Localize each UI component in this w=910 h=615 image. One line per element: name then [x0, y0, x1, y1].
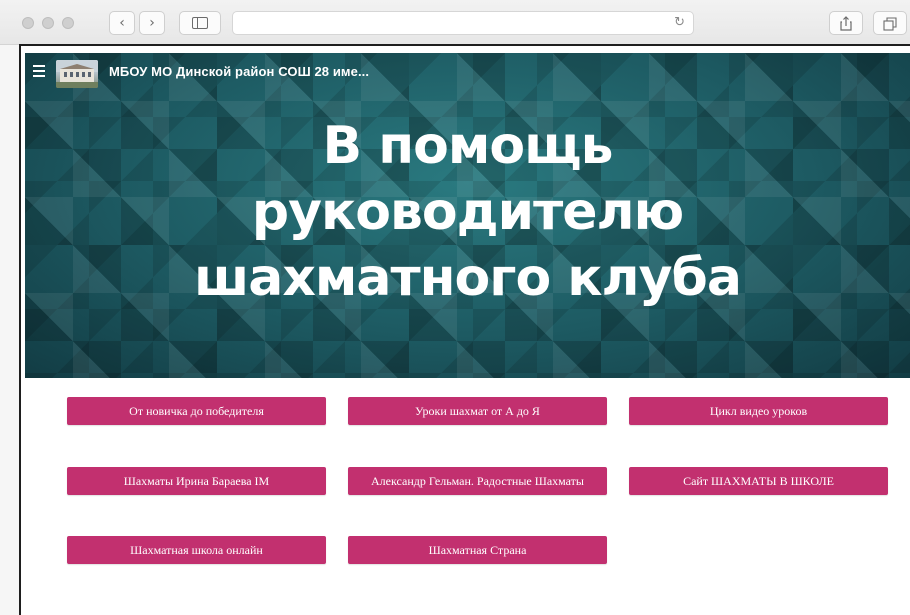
site-header: МБОУ МО Динской район СОШ 28 име... [25, 53, 910, 93]
address-bar[interactable]: ↻ [232, 11, 694, 35]
chevron-left-icon: ‹ [119, 15, 125, 31]
chevron-right-icon: › [149, 15, 155, 31]
hamburger-menu-icon[interactable] [33, 65, 45, 77]
site-title[interactable]: МБОУ МО Динской район СОШ 28 име... [109, 64, 369, 79]
page-viewport: МБОУ МО Динской район СОШ 28 име... В по… [19, 44, 910, 615]
share-icon [840, 16, 852, 31]
back-button[interactable]: ‹ [109, 11, 135, 35]
tabs-icon [883, 17, 897, 31]
hero-banner: МБОУ МО Динской район СОШ 28 име... В по… [25, 53, 910, 378]
reload-icon[interactable]: ↻ [674, 13, 685, 33]
window-zoom-button[interactable] [62, 17, 74, 29]
link-button-chess-country[interactable]: Шахматная Страна [348, 536, 607, 564]
sidebar-icon [192, 17, 208, 29]
link-button-online-chess-school[interactable]: Шахматная школа онлайн [67, 536, 326, 564]
school-logo[interactable] [56, 60, 98, 88]
forward-button[interactable]: › [139, 11, 165, 35]
link-button-video-lessons[interactable]: Цикл видео уроков [629, 397, 888, 425]
link-button-irina-baraeva[interactable]: Шахматы Ирина Бараева IM [67, 467, 326, 495]
sidebar-button[interactable] [179, 11, 221, 35]
share-button[interactable] [829, 11, 863, 35]
page-title: В помощь руководителю шахматного клуба [25, 113, 910, 311]
browser-window: ‹ › ↻ МБОУ МО Динской район СОШ 28 име..… [0, 0, 910, 615]
link-button-gelman-joyful-chess[interactable]: Александр Гельман. Радостные Шахматы [348, 467, 607, 495]
page-title-line: шахматного клуба [194, 248, 742, 308]
school-building-image [56, 60, 98, 88]
link-button-chess-lessons-a-to-z[interactable]: Уроки шахмат от А до Я [348, 397, 607, 425]
link-button-novice-to-winner[interactable]: От новичка до победителя [67, 397, 326, 425]
window-minimize-button[interactable] [42, 17, 54, 29]
window-close-button[interactable] [22, 17, 34, 29]
link-button-chess-in-school-site[interactable]: Сайт ШАХМАТЫ В ШКОЛЕ [629, 467, 888, 495]
page-title-line: руководителю [251, 182, 684, 242]
page-title-line: В помощь [322, 116, 614, 176]
browser-toolbar: ‹ › ↻ [0, 0, 910, 45]
tabs-button[interactable] [873, 11, 907, 35]
